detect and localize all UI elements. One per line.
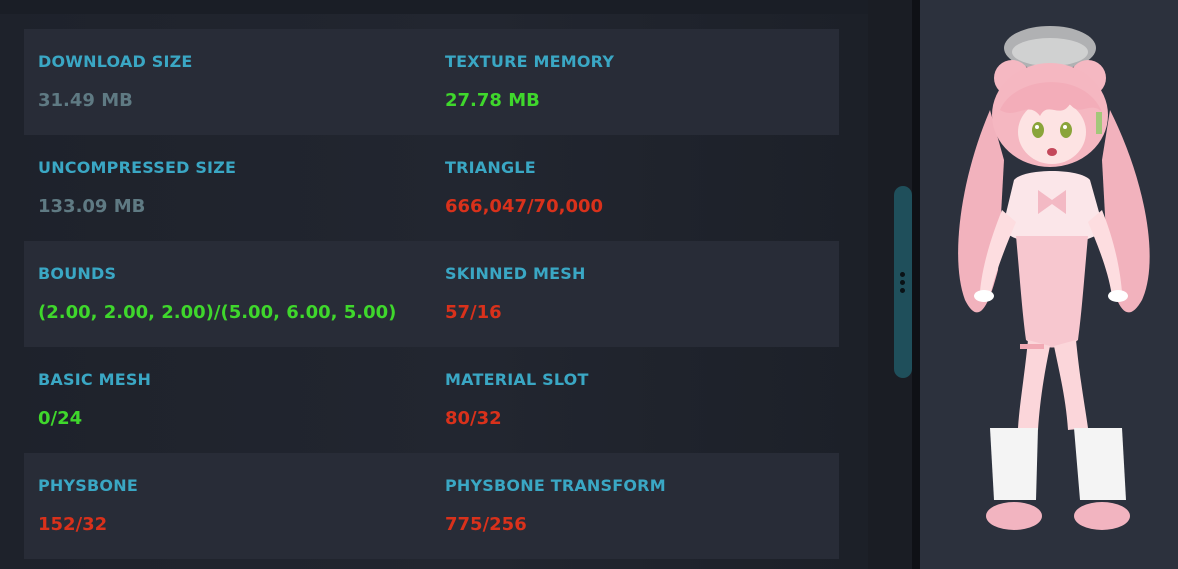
stat-texture-memory: TEXTURE MEMORY 27.78 MB — [445, 29, 835, 135]
stats-panel: DOWNLOAD SIZE 31.49 MB TEXTURE MEMORY 27… — [0, 0, 868, 569]
stats-row: DOWNLOAD SIZE 31.49 MB TEXTURE MEMORY 27… — [24, 29, 839, 135]
stat-uncompressed-size: UNCOMPRESSED SIZE 133.09 MB — [38, 135, 428, 241]
stat-value: 666,047/70,000 — [445, 196, 604, 217]
stat-value: 133.09 MB — [38, 196, 146, 217]
stat-download-size: DOWNLOAD SIZE 31.49 MB — [38, 29, 428, 135]
stat-value: 57/16 — [445, 302, 502, 323]
stat-label: TRIANGLE — [445, 158, 536, 177]
stat-value: 152/32 — [38, 514, 108, 535]
stat-value: 775/256 — [445, 514, 527, 535]
stat-value: (2.00, 2.00, 2.00)/(5.00, 6.00, 5.00) — [38, 302, 397, 323]
stats-row: BOUNDS (2.00, 2.00, 2.00)/(5.00, 6.00, 5… — [24, 241, 839, 347]
stat-value: 27.78 MB — [445, 90, 540, 111]
avatar-figure — [958, 26, 1150, 530]
stat-skinned-mesh: SKINNED MESH 57/16 — [445, 241, 835, 347]
stat-label: DOWNLOAD SIZE — [38, 52, 193, 71]
stat-bounds: BOUNDS (2.00, 2.00, 2.00)/(5.00, 6.00, 5… — [38, 241, 428, 347]
avatar-preview[interactable] — [920, 0, 1178, 569]
stat-label: PHYSBONE — [38, 476, 138, 495]
panel-top-strip — [0, 0, 868, 14]
stats-row: UNCOMPRESSED SIZE 133.09 MB TRIANGLE 666… — [24, 135, 839, 241]
stat-value: 80/32 — [445, 408, 502, 429]
stat-label: TEXTURE MEMORY — [445, 52, 615, 71]
stat-label: BOUNDS — [38, 264, 117, 283]
stat-triangle: TRIANGLE 666,047/70,000 — [445, 135, 835, 241]
stat-material-slot: MATERIAL SLOT 80/32 — [445, 347, 835, 453]
stat-label: SKINNED MESH — [445, 264, 586, 283]
stat-value: 0/24 — [38, 408, 83, 429]
stat-physbone-transform: PHYSBONE TRANSFORM 775/256 — [445, 453, 835, 559]
stat-label: BASIC MESH — [38, 370, 152, 389]
stat-physbone: PHYSBONE 152/32 — [38, 453, 428, 559]
drag-handle-icon[interactable] — [900, 272, 906, 294]
divider-edge — [912, 0, 920, 569]
stat-label: MATERIAL SLOT — [445, 370, 589, 389]
stats-row: BASIC MESH 0/24 MATERIAL SLOT 80/32 — [24, 347, 839, 453]
stat-label: PHYSBONE TRANSFORM — [445, 476, 666, 495]
stat-basic-mesh: BASIC MESH 0/24 — [38, 347, 428, 453]
stats-grid: DOWNLOAD SIZE 31.49 MB TEXTURE MEMORY 27… — [24, 29, 839, 559]
stats-row: PHYSBONE 152/32 PHYSBONE TRANSFORM 775/2… — [24, 453, 839, 559]
stat-label: UNCOMPRESSED SIZE — [38, 158, 237, 177]
stat-value: 31.49 MB — [38, 90, 133, 111]
